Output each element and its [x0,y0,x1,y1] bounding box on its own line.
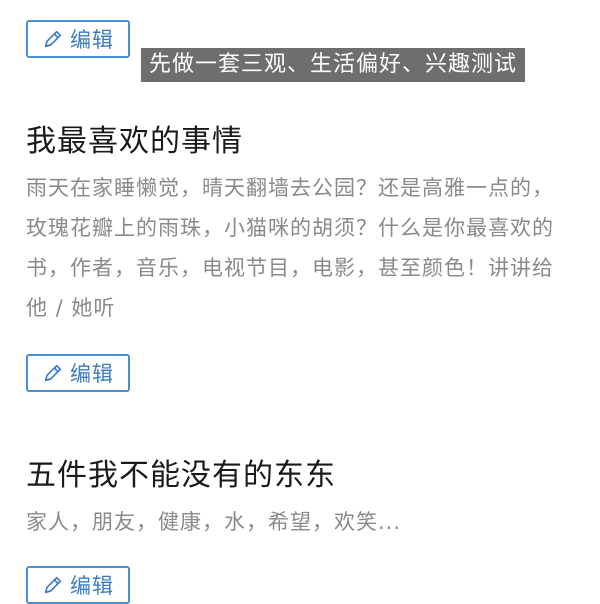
edit-button-label: 编辑 [70,362,114,386]
section-description-five-things: 家人，朋友，健康，水，希望，欢笑... [26,510,402,534]
pencil-icon [42,574,64,596]
pencil-icon [42,28,64,50]
section-title-five-things: 五件我不能没有的东东 [26,458,336,493]
edit-button-top[interactable]: 编辑 [26,20,130,58]
edit-button-favorite-things[interactable]: 编辑 [26,354,130,392]
section-description-favorite-things: 雨天在家睡懒觉，晴天翻墙去公园？还是高雅一点的，玫瑰花瓣上的雨珠，小猫咪的胡须？… [26,176,554,320]
edit-button-label: 编辑 [70,574,114,598]
section-title-favorite-things: 我最喜欢的事情 [26,124,243,159]
edit-button-five-things[interactable]: 编辑 [26,566,130,604]
overlay-caption: 先做一套三观、生活偏好、兴趣测试 [141,48,526,82]
edit-button-label: 编辑 [70,28,114,52]
pencil-icon [42,362,64,384]
